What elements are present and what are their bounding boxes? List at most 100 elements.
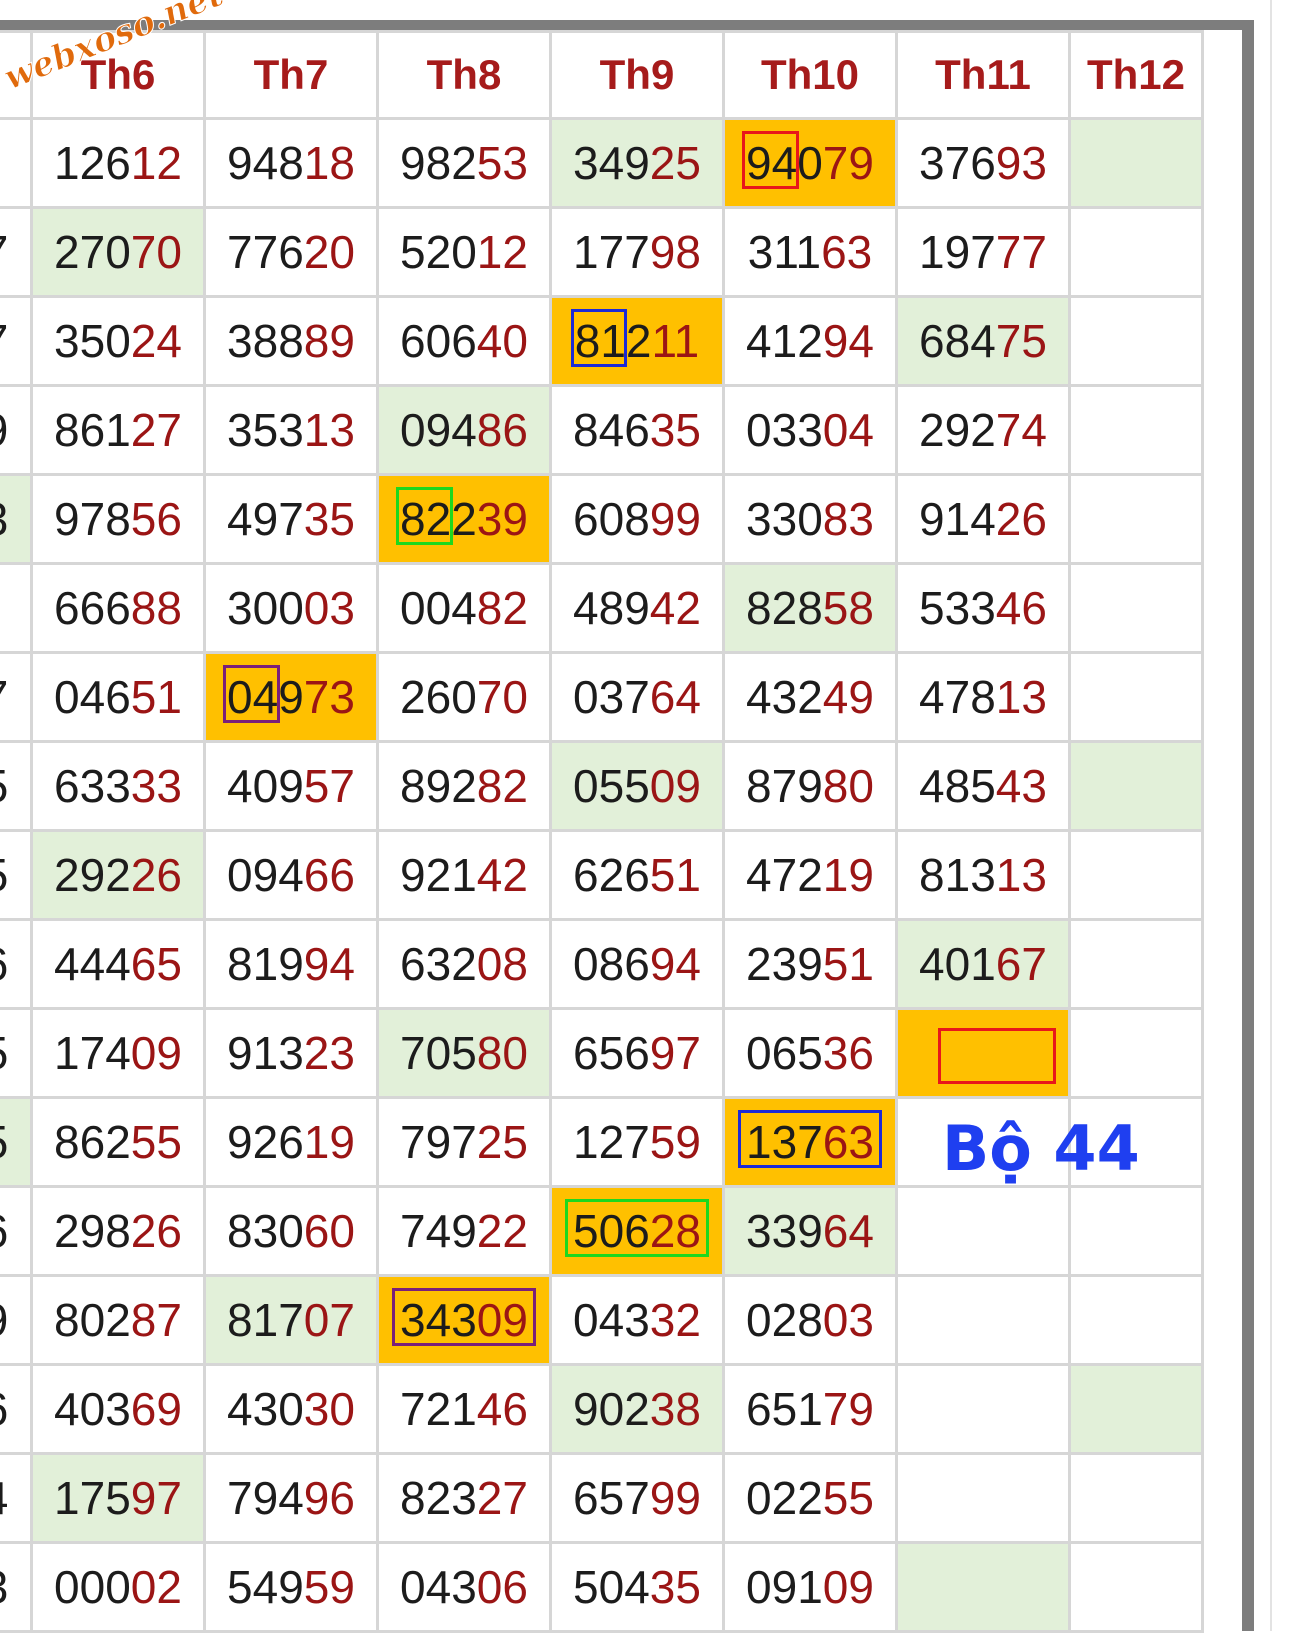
result-number: 04332 [573, 1294, 701, 1346]
result-number: 43249 [746, 671, 874, 723]
result-cell: 83060 [203, 1185, 379, 1277]
result-cell: 82239 [376, 473, 552, 565]
result-cell: 44465 [30, 918, 206, 1010]
result-cell [1068, 1185, 1204, 1277]
lead-cell: 9 [0, 384, 33, 476]
table-row: 6 44465 81994 63208 08694 23951 40167 [0, 918, 1204, 1010]
result-cell: 17597 [30, 1452, 206, 1544]
result-number: 52012 [400, 226, 528, 278]
result-number: 82858 [746, 582, 874, 634]
result-cell: 81707 [203, 1274, 379, 1366]
result-cell: 09109 [722, 1541, 898, 1633]
result-number: 94818 [227, 137, 355, 189]
result-cell: 91426 [895, 473, 1071, 565]
result-cell: 82327 [376, 1452, 552, 1544]
result-number: 17798 [573, 226, 701, 278]
result-cell: 06536 [722, 1007, 898, 1099]
result-cell: 79725 [376, 1096, 552, 1188]
lead-cell [0, 117, 33, 209]
table-row: 9 80287 81707 34309 04332 02803 [0, 1274, 1204, 1366]
result-cell: 47219 [722, 829, 898, 921]
result-cell: 80287 [30, 1274, 206, 1366]
result-number: 86127 [54, 404, 182, 456]
result-number: 81313 [919, 849, 1047, 901]
table-row: 66688 30003 00482 48942 82858 53346 [0, 562, 1204, 654]
result-cell [1068, 740, 1204, 832]
result-number: 29274 [919, 404, 1047, 456]
lead-cell [0, 562, 33, 654]
result-number: 43030 [227, 1383, 355, 1435]
result-cell: 54959 [203, 1541, 379, 1633]
result-cell: 17798 [549, 206, 725, 298]
result-cell: 27070 [30, 206, 206, 298]
result-number: 26070 [400, 671, 528, 723]
result-cell: 23951 [722, 918, 898, 1010]
result-number: 40369 [54, 1383, 182, 1435]
result-cell [1068, 206, 1204, 298]
result-cell: 53346 [895, 562, 1071, 654]
result-cell: 87980 [722, 740, 898, 832]
result-cell: 63333 [30, 740, 206, 832]
result-cell: 09486 [376, 384, 552, 476]
lead-cell: 7 [0, 651, 33, 743]
header-th9: Th9 [549, 30, 725, 120]
result-number: 65179 [746, 1383, 874, 1435]
result-number: 92619 [227, 1116, 355, 1168]
result-number: 04306 [400, 1561, 528, 1613]
table-row: 6 40369 43030 72146 90238 65179 [0, 1363, 1204, 1455]
lead-cell: 7 [0, 206, 33, 298]
result-cell: 31163 [722, 206, 898, 298]
result-number: 48543 [919, 760, 1047, 812]
highlight-marker [570, 309, 627, 367]
result-cell: 94818 [203, 117, 379, 209]
table-row: 7 35024 38889 60640 81211 41294 68475 [0, 295, 1204, 387]
result-cell: 82858 [722, 562, 898, 654]
header-th6: Th6 [30, 30, 206, 120]
result-cell [895, 1363, 1071, 1455]
result-cell: 91323 [203, 1007, 379, 1099]
result-cell: 90238 [549, 1363, 725, 1455]
result-number: 40167 [919, 938, 1047, 990]
result-cell: 38889 [203, 295, 379, 387]
lead-cell: 5 [0, 740, 33, 832]
result-number: 40957 [227, 760, 355, 812]
result-cell: 48543 [895, 740, 1071, 832]
result-number: 29826 [54, 1205, 182, 1257]
result-number: 12759 [573, 1116, 701, 1168]
header-th12: Th12 [1068, 30, 1204, 120]
result-cell: 48942 [549, 562, 725, 654]
result-cell: 26070 [376, 651, 552, 743]
result-cell: 33964 [722, 1185, 898, 1277]
result-cell: 60899 [549, 473, 725, 565]
annotation-label: Bộ 44 [942, 1112, 1140, 1185]
table-row: 12612 94818 98253 34925 94079 37693 [0, 117, 1204, 209]
result-number: 29226 [54, 849, 182, 901]
result-number: 08694 [573, 938, 701, 990]
result-cell: 79496 [203, 1452, 379, 1544]
table-row: 5 17409 91323 70580 65697 06536 [0, 1007, 1204, 1099]
result-cell: 09466 [203, 829, 379, 921]
result-cell: 81994 [203, 918, 379, 1010]
page-edge [1270, 0, 1272, 1631]
result-cell: 04973 [203, 651, 379, 743]
result-number: 84635 [573, 404, 701, 456]
result-cell: 33083 [722, 473, 898, 565]
result-number: 92142 [400, 849, 528, 901]
result-number: 66688 [54, 582, 182, 634]
result-cell: 84635 [549, 384, 725, 476]
lead-cell: 3 [0, 1541, 33, 1633]
result-number: 90238 [573, 1383, 701, 1435]
result-number: 19777 [919, 226, 1047, 278]
result-cell: 41294 [722, 295, 898, 387]
result-number: 37693 [919, 137, 1047, 189]
result-cell [1068, 918, 1204, 1010]
result-number: 53346 [919, 582, 1047, 634]
lead-cell: 9 [0, 1274, 33, 1366]
result-cell: 43249 [722, 651, 898, 743]
result-number: 68475 [919, 315, 1047, 367]
result-cell: 81313 [895, 829, 1071, 921]
result-cell: 04306 [376, 1541, 552, 1633]
result-number: 03764 [573, 671, 701, 723]
result-number: 81994 [227, 938, 355, 990]
table-row: 3 97856 49735 82239 60899 33083 91426 [0, 473, 1204, 565]
